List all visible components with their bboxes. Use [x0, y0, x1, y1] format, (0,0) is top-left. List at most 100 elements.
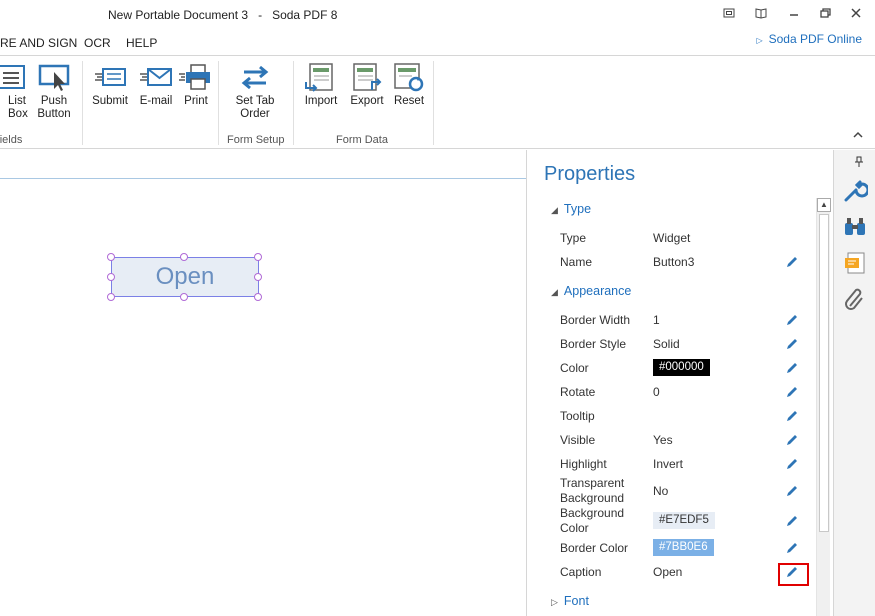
- group-separator: [433, 61, 434, 145]
- pencil-icon[interactable]: [785, 433, 799, 447]
- push-button-button[interactable]: Push Button: [34, 62, 74, 121]
- prop-label-visible: Visible: [560, 433, 596, 447]
- binoculars-icon[interactable]: [842, 214, 868, 240]
- submit-button[interactable]: Submit: [90, 62, 130, 108]
- reset-label: Reset: [393, 95, 425, 107]
- collapse-caret-icon: ◢: [551, 287, 558, 297]
- email-label: E-mail: [139, 95, 173, 107]
- prop-value-transparent-background: No: [653, 484, 669, 498]
- pencil-icon[interactable]: [785, 409, 799, 423]
- highlight-box: [778, 563, 809, 586]
- export-button[interactable]: Export: [348, 62, 386, 108]
- pin-icon[interactable]: [854, 156, 864, 171]
- pencil-icon[interactable]: [785, 484, 799, 498]
- prop-value-highlight: Invert: [653, 457, 684, 471]
- prop-label-color: Color: [560, 361, 589, 375]
- page-edge-line: [0, 178, 526, 179]
- fields-group-text: Fields: [0, 134, 23, 146]
- set-tab-order-button[interactable]: Set Tab Order: [232, 62, 278, 121]
- prop-label-border-width: Border Width: [560, 313, 631, 327]
- resize-handle-top-right[interactable]: [254, 253, 262, 261]
- email-button[interactable]: E-mail: [137, 62, 175, 108]
- group-label-form-data: Form Data: [336, 134, 388, 146]
- paperclip-icon[interactable]: [842, 286, 868, 312]
- reset-button[interactable]: Reset: [392, 62, 426, 108]
- submit-icon: [95, 68, 126, 86]
- prop-value-border-style: Solid: [653, 337, 680, 351]
- minimize-icon[interactable]: [786, 6, 802, 22]
- import-button[interactable]: Import: [302, 62, 340, 108]
- resize-handle-bottom[interactable]: [180, 293, 188, 301]
- book-icon[interactable]: [753, 6, 769, 22]
- expand-caret-icon: ▷: [551, 597, 558, 607]
- maximize-icon[interactable]: [817, 6, 833, 22]
- print-icon: [179, 64, 210, 90]
- side-tool-strip: [833, 150, 875, 616]
- set-tab-order-label: Set Tab Order: [235, 95, 275, 120]
- scroll-up-icon[interactable]: ▲: [817, 198, 831, 212]
- section-type-label: Type: [563, 202, 592, 216]
- resize-handle-left[interactable]: [107, 273, 115, 281]
- prop-value-rotate: 0: [653, 385, 660, 399]
- pencil-icon[interactable]: [785, 313, 799, 327]
- collapse-ribbon-icon[interactable]: [853, 130, 863, 142]
- properties-title: Properties: [544, 163, 636, 185]
- prop-value-caption: Open: [653, 565, 683, 579]
- pencil-icon[interactable]: [785, 361, 799, 375]
- title-bar: New Portable Document 3 - Soda PDF 8: [0, 0, 875, 30]
- prop-label-border-style: Border Style: [560, 337, 627, 351]
- collapse-caret-icon: ◢: [551, 205, 558, 215]
- resize-handle-top-left[interactable]: [107, 253, 115, 261]
- background-color-chip: #E7EDF5: [653, 512, 715, 529]
- pencil-icon[interactable]: [785, 337, 799, 351]
- menu-secure-and-sign[interactable]: RE AND SIGN: [0, 36, 77, 50]
- document-canvas[interactable]: Open: [0, 150, 526, 616]
- prop-label-tooltip: Tooltip: [560, 409, 595, 423]
- section-font[interactable]: ▷ Font: [551, 594, 589, 608]
- prop-value-visible: Yes: [653, 433, 673, 447]
- import-label: Import: [304, 95, 338, 107]
- prop-label-border-color: Border Color: [560, 541, 629, 555]
- resize-handle-top[interactable]: [180, 253, 188, 261]
- section-appearance[interactable]: ◢ Appearance: [551, 284, 631, 298]
- pencil-icon[interactable]: [785, 255, 799, 269]
- prop-label-background-color: Background Color: [560, 506, 625, 535]
- menu-help[interactable]: HELP: [126, 36, 157, 50]
- push-button-icon: [38, 64, 70, 91]
- push-button-widget[interactable]: Open: [111, 257, 259, 297]
- pencil-icon[interactable]: [785, 457, 799, 471]
- section-appearance-label: Appearance: [563, 284, 632, 298]
- soda-pdf-online-link[interactable]: ▷ Soda PDF Online: [756, 32, 862, 46]
- border-color-chip: #7BB0E6: [653, 539, 714, 556]
- list-box-button[interactable]: List Box: [0, 62, 28, 121]
- list-box-label: List Box: [8, 95, 28, 120]
- close-icon[interactable]: [848, 6, 864, 22]
- push-button-label: Push Button: [37, 95, 71, 120]
- ribbon: List Box Push Button Fields Submit E-mai…: [0, 55, 875, 149]
- widget-caption: Open: [155, 263, 215, 290]
- restore-view-icon[interactable]: [721, 6, 737, 22]
- prop-label-type: Type: [560, 231, 587, 245]
- prop-label-rotate: Rotate: [560, 385, 596, 399]
- triangle-right-icon: ▷: [756, 36, 763, 45]
- comment-icon[interactable]: [842, 250, 868, 276]
- menu-ocr[interactable]: OCR: [84, 36, 111, 50]
- import-icon: [305, 63, 333, 92]
- group-separator: [293, 61, 294, 145]
- pencil-icon[interactable]: [785, 385, 799, 399]
- prop-label-name: Name: [560, 255, 593, 269]
- resize-handle-bottom-left[interactable]: [107, 293, 115, 301]
- reset-icon: [394, 63, 424, 92]
- resize-handle-right[interactable]: [254, 273, 262, 281]
- wrench-icon[interactable]: [842, 178, 868, 204]
- properties-scrollbar[interactable]: ▲: [816, 198, 831, 616]
- list-box-icon: [0, 65, 25, 89]
- section-type[interactable]: ◢ Type: [551, 202, 591, 216]
- print-button[interactable]: Print: [179, 62, 213, 108]
- pencil-icon[interactable]: [785, 514, 799, 528]
- group-separator: [218, 61, 219, 145]
- prop-label-highlight: Highlight: [560, 457, 607, 471]
- scrollbar-thumb[interactable]: [819, 214, 829, 532]
- resize-handle-bottom-right[interactable]: [254, 293, 262, 301]
- pencil-icon[interactable]: [785, 541, 799, 555]
